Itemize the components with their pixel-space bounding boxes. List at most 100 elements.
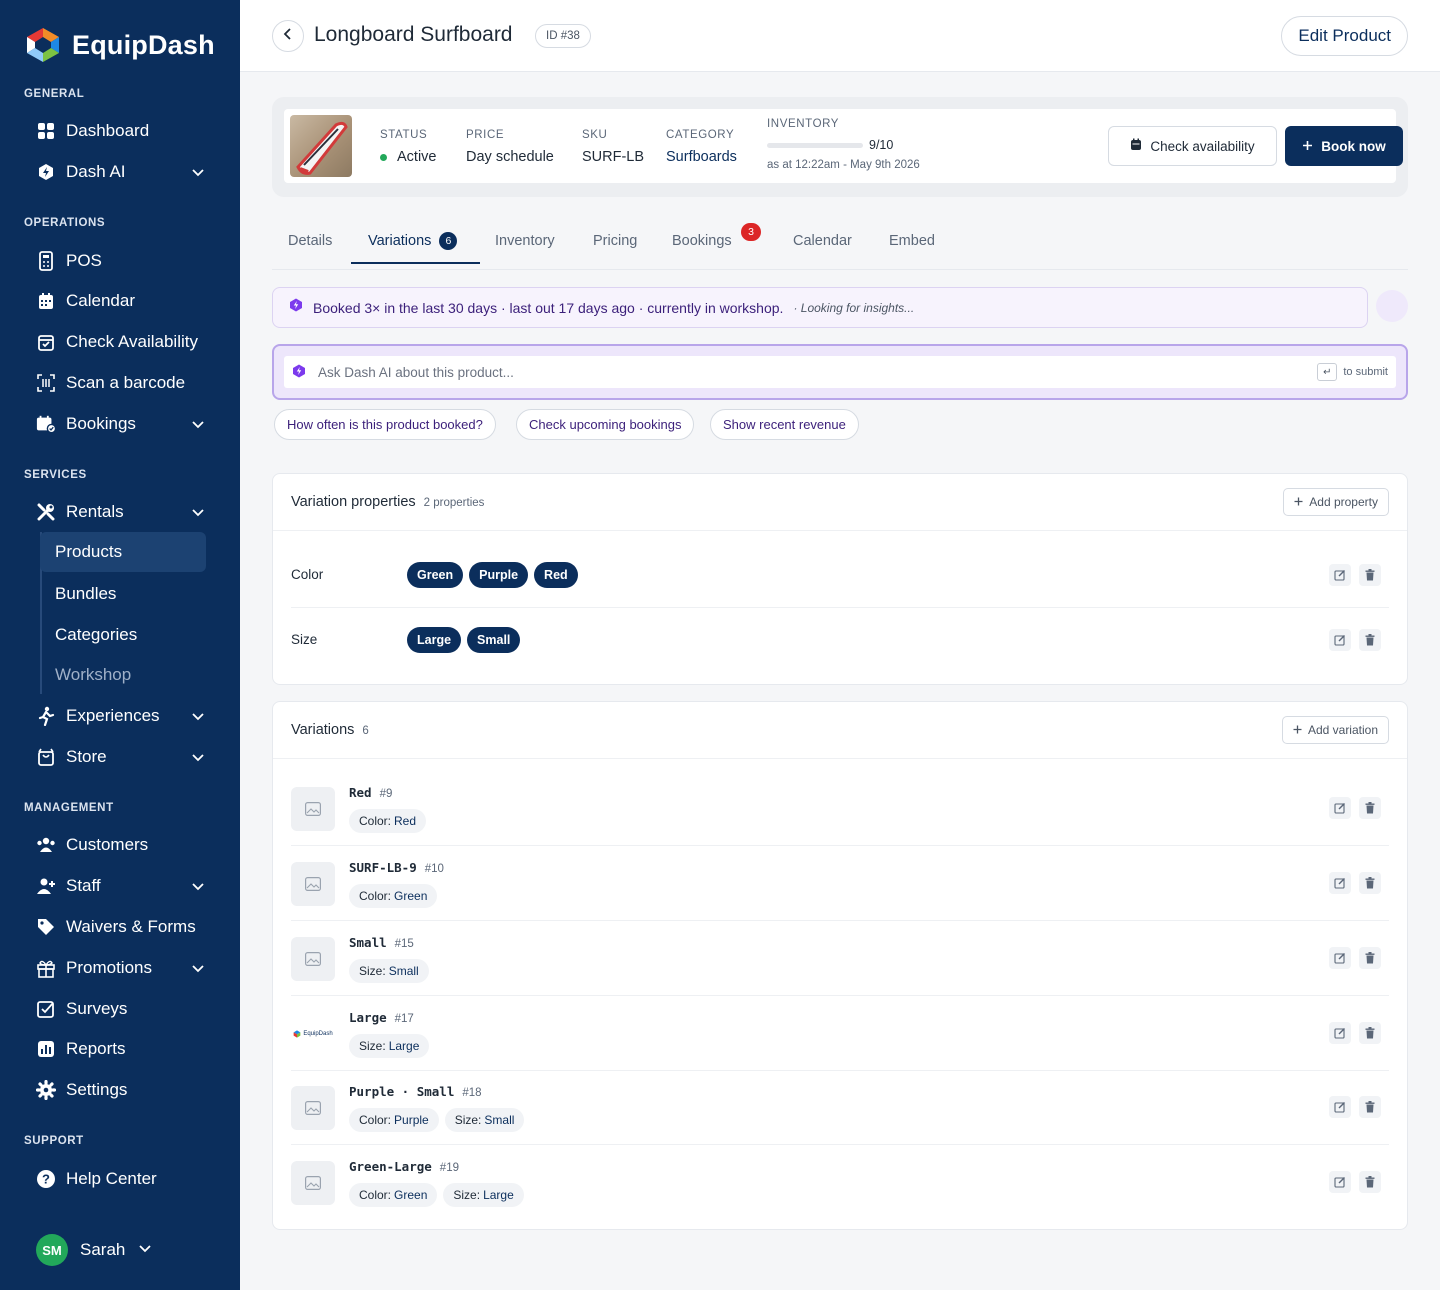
edit-variation-button[interactable] <box>1329 947 1351 969</box>
sku-label: SKU <box>582 129 608 141</box>
sidebar-item-label: Store <box>66 747 107 766</box>
add-variation-button[interactable]: Add variation <box>1281 716 1389 744</box>
variation-row[interactable]: Green-Large #19 Color: Green Size: Large <box>291 1145 1389 1220</box>
ai-hexagon-icon <box>289 298 303 317</box>
tag-value: Green <box>394 889 428 903</box>
sidebar-item-settings[interactable]: Settings <box>36 1072 216 1108</box>
ask-ai-input[interactable] <box>318 364 1218 380</box>
inventory-label: INVENTORY <box>767 118 840 130</box>
product-summary: STATUS Active PRICE Day schedule SKU SUR… <box>272 97 1408 197</box>
avatar: SM <box>36 1234 68 1266</box>
sidebar-item-waivers[interactable]: Waivers & Forms <box>36 909 216 945</box>
product-thumbnail[interactable] <box>290 115 352 177</box>
edit-property-button[interactable] <box>1329 629 1351 651</box>
submit-hint: ↵ to submit <box>1317 363 1388 381</box>
delete-variation-button[interactable] <box>1359 1171 1381 1193</box>
card-header: Variation properties 2 properties Add pr… <box>273 474 1407 531</box>
sidebar-item-promotions[interactable]: Promotions <box>36 950 216 986</box>
delete-variation-button[interactable] <box>1359 872 1381 894</box>
suggestion-chip-revenue[interactable]: Show recent revenue <box>710 409 859 440</box>
equipdash-logo-icon <box>24 26 62 64</box>
variation-row[interactable]: EquipDash Large #17 Size: Large <box>291 996 1389 1071</box>
brand-name: EquipDash <box>72 29 215 60</box>
book-now-button[interactable]: Book now <box>1285 126 1403 166</box>
variation-row[interactable]: Small #15 Size: Small <box>291 921 1389 996</box>
sidebar-sub-categories[interactable]: Categories <box>40 615 206 655</box>
back-button[interactable] <box>272 20 304 52</box>
tag-value: Purple <box>394 1113 429 1127</box>
sidebar-sub-workshop[interactable]: Workshop <box>40 655 206 695</box>
card-title: Variation properties 2 properties <box>291 494 484 510</box>
edit-product-button[interactable]: Edit Product <box>1281 16 1408 56</box>
sidebar-item-help-center[interactable]: ? Help Center <box>36 1161 216 1197</box>
ask-ai-panel: ↵ to submit <box>272 344 1408 400</box>
sidebar-sub-products[interactable]: Products <box>40 532 206 572</box>
sidebar-item-rentals[interactable]: Rentals <box>36 494 216 530</box>
sidebar-item-customers[interactable]: Customers <box>36 827 216 863</box>
image-placeholder-icon <box>291 862 335 906</box>
row-actions <box>1329 947 1381 969</box>
tab-bookings[interactable]: Bookings <box>672 218 732 264</box>
check-availability-button[interactable]: Check availability <box>1108 126 1277 166</box>
sidebar-item-experiences[interactable]: Experiences <box>36 698 216 734</box>
delete-variation-button[interactable] <box>1359 1022 1381 1044</box>
bar-chart-icon <box>36 1039 56 1059</box>
sidebar-item-staff[interactable]: Staff <box>36 868 216 904</box>
variation-row[interactable]: SURF-LB-9 #10 Color: Green <box>291 846 1389 921</box>
delete-property-button[interactable] <box>1359 629 1381 651</box>
sidebar-item-surveys[interactable]: Surveys <box>36 991 216 1027</box>
sidebar-item-calendar[interactable]: Calendar <box>36 283 216 319</box>
edit-variation-button[interactable] <box>1329 1096 1351 1118</box>
sidebar-item-dash-ai[interactable]: Dash AI <box>36 154 216 190</box>
sidebar-item-label: Customers <box>66 835 149 854</box>
sidebar-item-reports[interactable]: Reports <box>36 1031 216 1067</box>
edit-variation-button[interactable] <box>1329 1171 1351 1193</box>
delete-variation-button[interactable] <box>1359 1096 1381 1118</box>
delete-property-button[interactable] <box>1359 564 1381 586</box>
tab-embed[interactable]: Embed <box>889 218 935 264</box>
variation-row[interactable]: Red #9 Color: Red <box>291 771 1389 846</box>
variation-row[interactable]: Purple · Small #18 Color: Purple Size: Smal… <box>291 1070 1389 1145</box>
suggestion-chip-upcoming[interactable]: Check upcoming bookings <box>516 409 695 440</box>
sidebar-item-check-availability[interactable]: Check Availability <box>36 324 216 360</box>
sidebar-item-store[interactable]: Store <box>36 739 216 775</box>
sidebar-item-pos[interactable]: POS <box>36 243 216 279</box>
tag-value: Large <box>483 1188 514 1202</box>
suggestion-chip-booked[interactable]: How often is this product booked? <box>274 409 496 440</box>
row-actions <box>1329 1022 1381 1044</box>
sidebar-item-scan-barcode[interactable]: Scan a barcode <box>36 365 216 401</box>
bookings-icon <box>36 414 56 434</box>
tab-inventory[interactable]: Inventory <box>495 218 555 264</box>
delete-variation-button[interactable] <box>1359 947 1381 969</box>
add-property-button[interactable]: Add property <box>1283 488 1389 516</box>
chevron-down-icon <box>190 749 206 765</box>
delete-variation-button[interactable] <box>1359 797 1381 819</box>
check-availability-label: Check availability <box>1150 138 1255 154</box>
edit-variation-button[interactable] <box>1329 872 1351 894</box>
variations-title: Variations <box>291 722 355 738</box>
brand-logo[interactable]: EquipDash <box>24 26 215 64</box>
chevron-down-icon <box>190 708 206 724</box>
variation-tag: Size: Small <box>444 1108 525 1132</box>
tab-variations[interactable]: Variations 6 <box>368 218 458 264</box>
category-link[interactable]: Surfboards <box>666 149 737 165</box>
property-row: Color Green Purple Red <box>291 543 1389 608</box>
user-menu[interactable]: SM Sarah <box>36 1234 153 1266</box>
sidebar-item-label: POS <box>66 251 102 270</box>
sidebar: EquipDash GENERAL Dashboard Dash AI OPER… <box>0 0 240 1290</box>
variation-tag: Color: Green <box>349 884 438 908</box>
sidebar-item-bookings[interactable]: Bookings <box>36 406 216 442</box>
sidebar-item-dashboard[interactable]: Dashboard <box>36 113 216 149</box>
tools-icon <box>36 502 56 522</box>
variation-id: #18 <box>462 1087 482 1099</box>
edit-variation-button[interactable] <box>1329 1022 1351 1044</box>
edit-property-button[interactable] <box>1329 564 1351 586</box>
variation-name: Large #17 <box>349 1010 414 1025</box>
status-field: STATUS Active <box>380 129 437 165</box>
edit-variation-button[interactable] <box>1329 797 1351 819</box>
tab-calendar[interactable]: Calendar <box>793 218 852 264</box>
tab-details[interactable]: Details <box>288 218 332 264</box>
row-actions <box>1329 1171 1381 1193</box>
tab-pricing[interactable]: Pricing <box>593 218 637 264</box>
sidebar-sub-bundles[interactable]: Bundles <box>40 574 206 614</box>
